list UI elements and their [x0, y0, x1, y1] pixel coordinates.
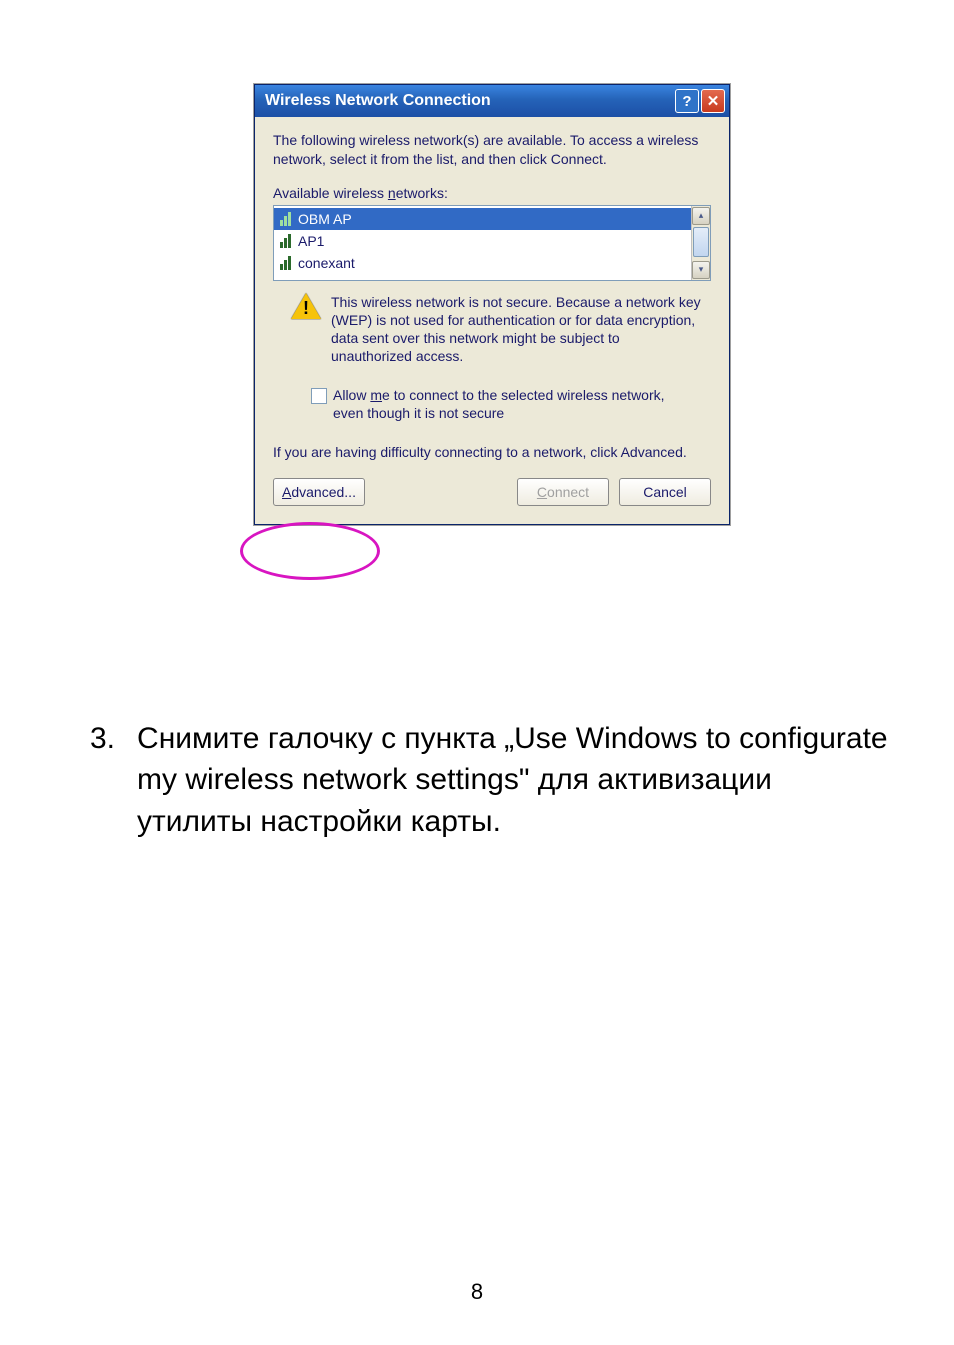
advanced-button[interactable]: Advanced...	[273, 478, 365, 506]
signal-icon	[280, 234, 292, 248]
warning-text: This wireless network is not secure. Bec…	[331, 293, 703, 366]
cancel-button[interactable]: Cancel	[619, 478, 711, 506]
annotation-oval	[240, 522, 380, 580]
warning-row: ! This wireless network is not secure. B…	[273, 293, 711, 366]
allow-row[interactable]: Allow me to connect to the selected wire…	[273, 386, 711, 422]
scroll-down-icon[interactable]: ▾	[692, 261, 710, 279]
list-item[interactable]: AP1	[274, 230, 692, 252]
page-number: 8	[0, 1279, 954, 1305]
connect-button[interactable]: Connect	[517, 478, 609, 506]
difficulty-text: If you are having difficulty connecting …	[273, 444, 711, 460]
network-name: conexant	[298, 255, 355, 271]
intro-text: The following wireless network(s) are av…	[273, 131, 711, 169]
wireless-dialog: Wireless Network Connection ? ✕ The foll…	[254, 84, 730, 525]
scroll-up-icon[interactable]: ▴	[692, 207, 710, 225]
allow-label: Allow me to connect to the selected wire…	[333, 386, 691, 422]
help-icon[interactable]: ?	[675, 89, 699, 113]
titlebar[interactable]: Wireless Network Connection ? ✕	[255, 85, 729, 117]
signal-icon	[280, 256, 292, 270]
list-item[interactable]: OBM AP	[274, 208, 692, 230]
network-name: OBM AP	[298, 211, 352, 227]
network-listbox[interactable]: OBM AP AP1 conexant ▴ ▾	[273, 205, 711, 281]
allow-checkbox[interactable]	[311, 388, 327, 404]
scrollbar[interactable]: ▴ ▾	[691, 206, 710, 280]
instruction-paragraph: 3. Снимите галочку с пункта „Use Windows…	[90, 718, 890, 842]
network-name: AP1	[298, 233, 324, 249]
instruction-text: Снимите галочку с пункта „Use Windows to…	[137, 718, 890, 842]
button-row: Advanced... Connect Cancel	[273, 478, 711, 506]
scroll-thumb[interactable]	[693, 227, 709, 257]
warning-icon: !	[291, 293, 321, 321]
dialog-body: The following wireless network(s) are av…	[255, 117, 729, 524]
signal-icon	[280, 212, 292, 226]
dialog-title: Wireless Network Connection	[265, 92, 491, 110]
close-icon[interactable]: ✕	[701, 89, 725, 113]
list-item[interactable]: conexant	[274, 252, 692, 274]
available-label: Available wireless networks:	[273, 185, 711, 201]
list-number: 3.	[90, 718, 115, 842]
